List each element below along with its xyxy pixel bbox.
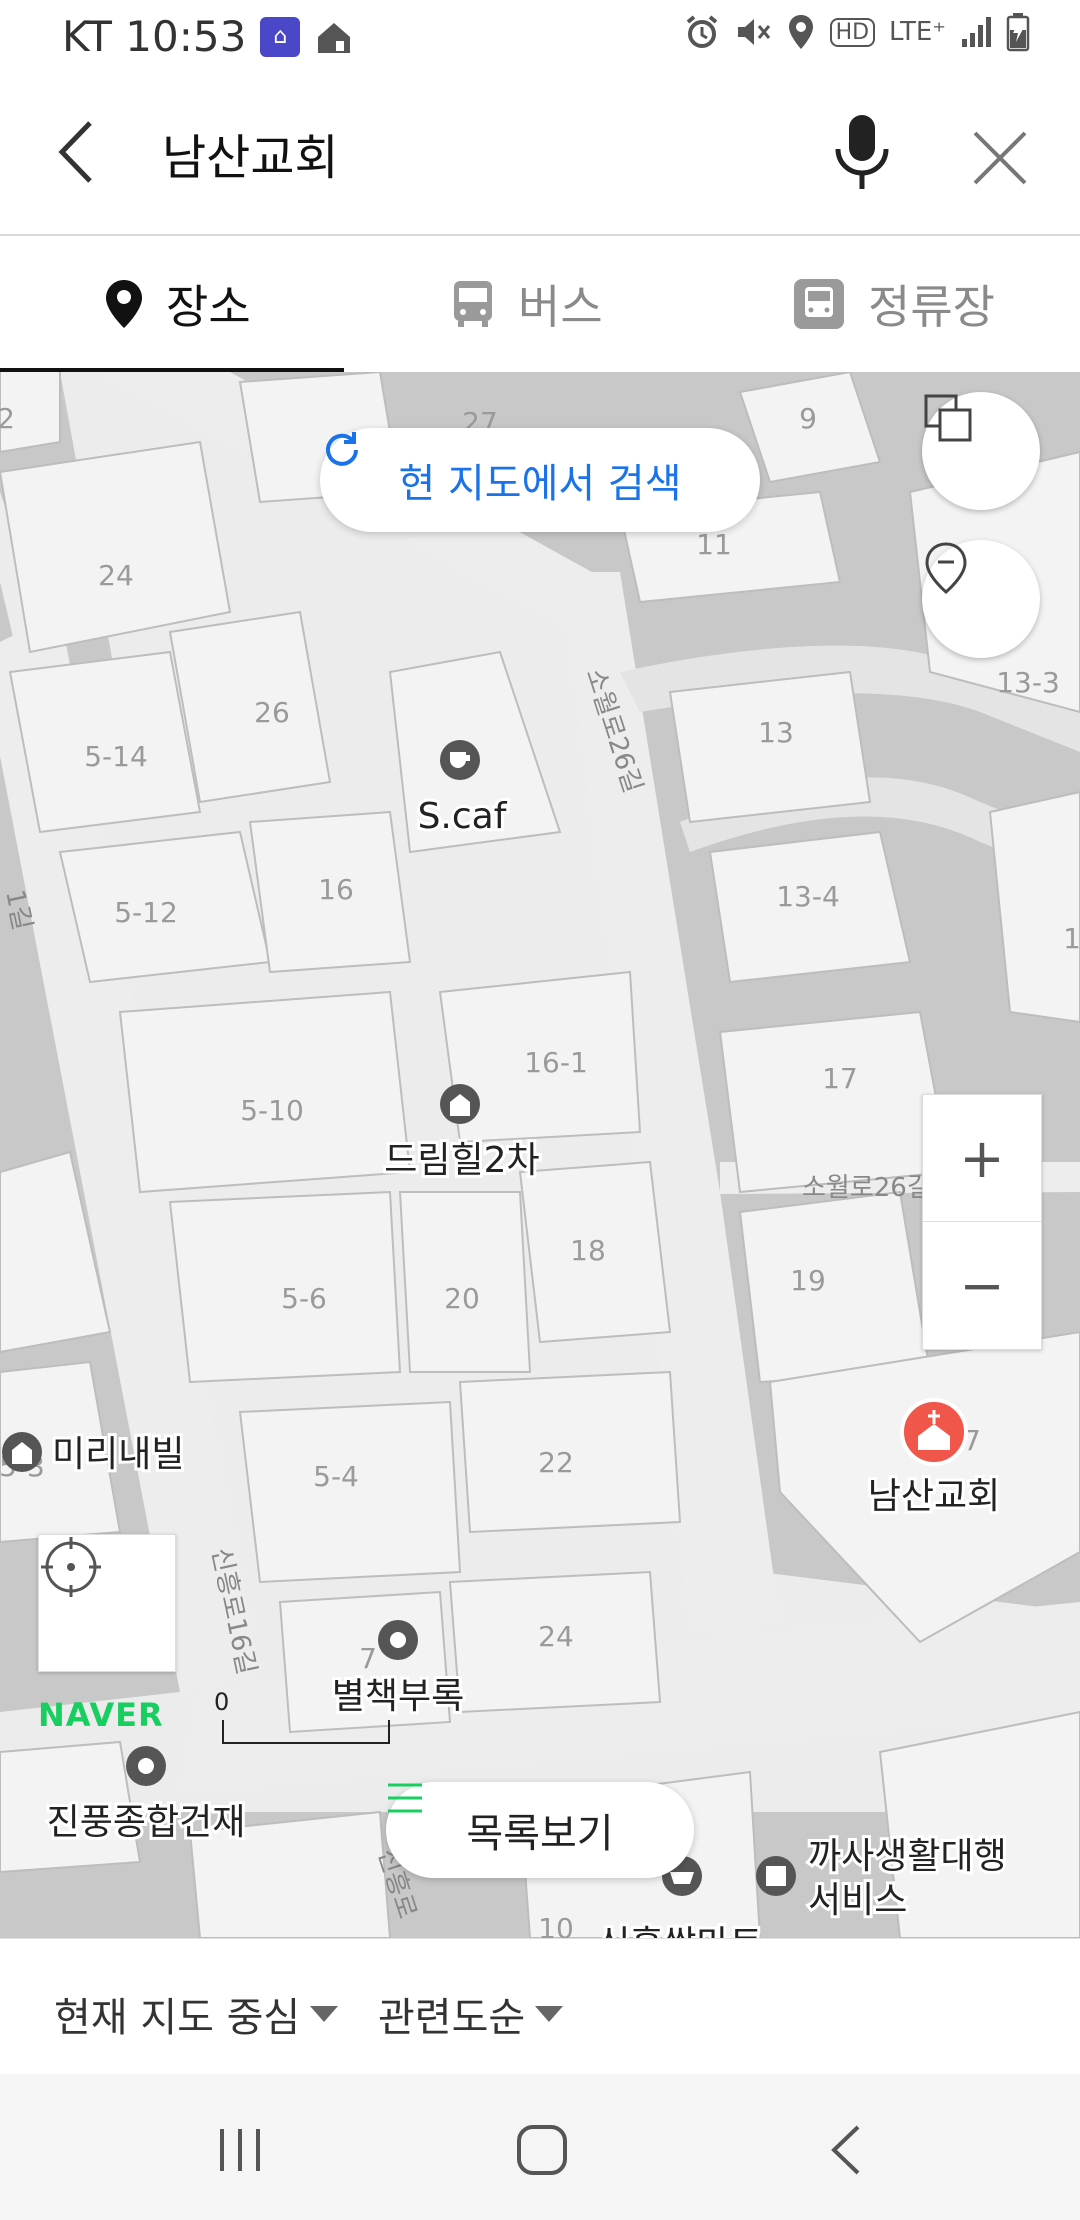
recent-apps-icon xyxy=(220,2129,260,2171)
location-icon xyxy=(788,15,813,49)
block-label: 19 xyxy=(790,1264,826,1297)
block-label: 2 xyxy=(0,402,15,435)
poi-label: 까사생활대행 xyxy=(808,1836,1007,1877)
sort-order-dropdown[interactable]: 관련도순 xyxy=(378,1985,564,2043)
road-label: 소월로26길 xyxy=(802,1173,931,1203)
list-view-label: 목록보기 xyxy=(466,1811,614,1857)
list-icon xyxy=(388,1783,422,1813)
back-button[interactable] xyxy=(40,112,112,192)
layers-icon xyxy=(924,394,972,442)
home-button[interactable] xyxy=(502,2110,582,2190)
block-label: 5-4 xyxy=(313,1460,359,1493)
sort-order-label: 관련도순 xyxy=(378,1995,526,2041)
tab-place[interactable]: 장소 xyxy=(104,236,251,372)
poi-label: 미리내빌 xyxy=(52,1434,184,1475)
zoom-control: + − xyxy=(922,1094,1042,1350)
search-this-area-label: 현 지도에서 검색 xyxy=(398,461,682,507)
poi-label: S.caf xyxy=(418,796,508,837)
search-query[interactable]: 남산교회 xyxy=(162,118,339,188)
zoom-out-button[interactable]: − xyxy=(923,1222,1041,1348)
alarm-icon xyxy=(686,15,717,48)
close-icon xyxy=(973,131,1027,185)
lte-indicator: LTE⁺ xyxy=(889,17,946,47)
sort-bar: 현재 지도 중심 관련도순 xyxy=(0,1938,1080,2075)
block-label: 24 xyxy=(98,559,134,592)
tab-bus-stop-label: 정류장 xyxy=(868,280,995,334)
signal-icon xyxy=(962,17,991,47)
block-label: 13 xyxy=(758,716,794,749)
location-filter-label: 현재 지도 중심 xyxy=(54,1995,301,2041)
block-label: 11 xyxy=(696,528,732,561)
block-label: 13-3 xyxy=(996,666,1060,699)
map-scale-bar xyxy=(222,1720,390,1744)
place-pin-icon xyxy=(106,280,142,328)
chevron-left-icon xyxy=(58,121,92,183)
block-label: 24 xyxy=(538,1620,574,1653)
block-label: 5-6 xyxy=(281,1282,327,1315)
block-label: 7 xyxy=(359,1642,377,1675)
poi-label: 남산교회 xyxy=(868,1476,1000,1517)
crosshair-icon xyxy=(41,1537,101,1597)
tab-bus-label: 버스 xyxy=(518,280,603,334)
block-label: 22 xyxy=(538,1446,574,1479)
poi-label: 서비스 xyxy=(808,1880,907,1921)
clear-search-button[interactable] xyxy=(960,118,1040,198)
app-notification-icon: ⌂ xyxy=(260,16,301,57)
block-label: 5-10 xyxy=(240,1094,304,1127)
tab-place-label: 장소 xyxy=(166,280,251,334)
scale-zero: 0 xyxy=(214,1688,230,1716)
poi-label: 진풍종합건재 xyxy=(47,1802,246,1843)
poi-label: 드림힐2차 xyxy=(384,1140,539,1181)
system-navigation-bar xyxy=(0,2074,1080,2220)
map-layers-button[interactable] xyxy=(922,392,1040,510)
back-icon xyxy=(831,2125,860,2175)
home-icon xyxy=(517,2125,567,2175)
block-label: 26 xyxy=(254,696,290,729)
block-label: 9 xyxy=(799,402,817,435)
voice-search-button[interactable] xyxy=(820,108,904,200)
pin-outline-icon xyxy=(925,542,967,594)
carrier-time: KT 10:53 xyxy=(62,12,247,61)
location-filter-dropdown[interactable]: 현재 지도 중심 xyxy=(54,1985,339,2043)
microphone-icon xyxy=(835,115,889,189)
bus-stop-icon xyxy=(794,279,844,329)
search-category-tabs: 장소 버스 정류장 xyxy=(0,236,1080,373)
bus-icon xyxy=(454,281,492,327)
back-nav-button[interactable] xyxy=(806,2110,886,2190)
search-bar: 남산교회 xyxy=(0,72,1080,236)
poi-label: 별책부록 xyxy=(332,1676,464,1717)
block-label: 20 xyxy=(444,1282,480,1315)
chevron-down-icon xyxy=(535,2006,564,2022)
status-bar: KT 10:53 ⌂ HD LTE⁺ xyxy=(0,0,1080,72)
recent-apps-button[interactable] xyxy=(200,2110,280,2190)
zoom-in-button[interactable]: + xyxy=(923,1095,1041,1222)
battery-icon xyxy=(1006,13,1030,52)
block-label: 13-4 xyxy=(776,880,840,913)
home-notification-icon xyxy=(318,22,351,53)
mute-icon xyxy=(737,19,770,45)
block-label: 17 xyxy=(822,1062,858,1095)
current-location-button[interactable] xyxy=(38,1534,176,1672)
tab-bus[interactable]: 버스 xyxy=(450,236,603,372)
list-view-button[interactable]: 목록보기 xyxy=(386,1782,694,1878)
block-label: 5-12 xyxy=(114,896,178,929)
map-view[interactable]: 24 26 5-14 5-12 16 5-10 16-1 18 5-6 20 5… xyxy=(0,372,1080,1938)
block-label: 5-14 xyxy=(84,740,148,773)
chevron-down-icon xyxy=(310,2006,339,2022)
naver-logo: NAVER xyxy=(38,1696,164,1734)
search-this-area-button[interactable]: 현 지도에서 검색 xyxy=(320,428,760,532)
block-label: 16 xyxy=(318,873,354,906)
block-label: 16-1 xyxy=(524,1046,588,1079)
block-label: 10 xyxy=(538,1912,574,1938)
block-label: 18 xyxy=(570,1234,606,1267)
refresh-icon xyxy=(326,432,358,466)
block-label: 1 xyxy=(1063,922,1080,955)
tab-bus-stop[interactable]: 정류장 xyxy=(792,236,995,372)
place-filter-button[interactable] xyxy=(922,540,1040,658)
poi-mirinaebil[interactable]: 미리내빌 xyxy=(2,1431,187,1478)
hd-indicator: HD xyxy=(829,17,876,47)
poi-label: 신흥쌀마트 xyxy=(597,1924,763,1938)
